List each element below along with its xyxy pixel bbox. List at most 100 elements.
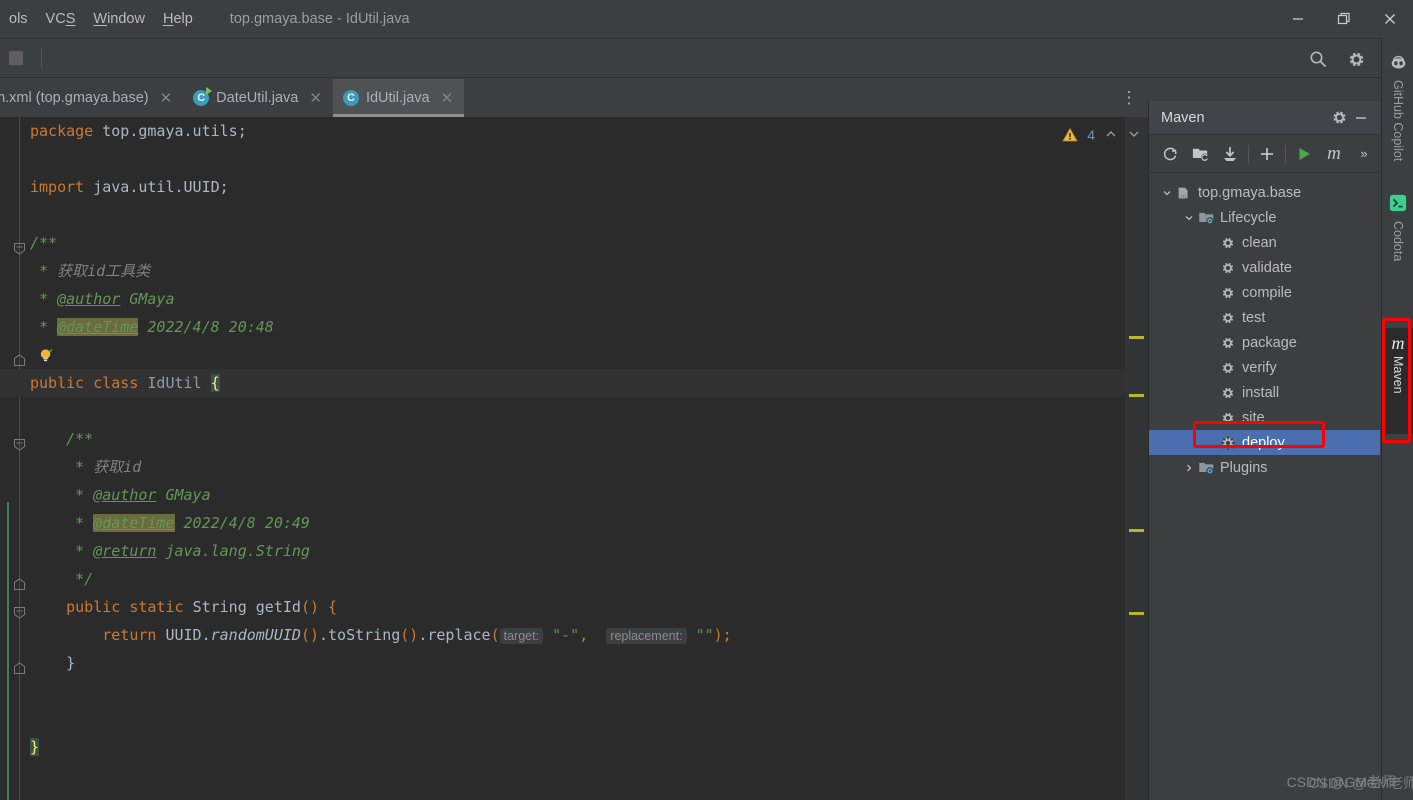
menu-vcs[interactable]: VCS (37, 0, 85, 38)
add-maven-project-icon[interactable] (1252, 139, 1282, 169)
fold-marker-icon[interactable] (13, 600, 26, 619)
generate-sources-icon[interactable] (1185, 139, 1215, 169)
stop-icon[interactable] (9, 51, 23, 65)
close-button[interactable] (1367, 0, 1413, 38)
next-problem-icon[interactable] (1127, 127, 1141, 144)
code-token: GMaya (156, 486, 211, 504)
hide-panel-icon[interactable] (1350, 107, 1372, 129)
reload-projects-icon[interactable] (1155, 139, 1185, 169)
maven-tree-node-label: Plugins (1220, 459, 1268, 476)
code-line: */ (0, 565, 1148, 593)
maven-tree-node-deploy[interactable]: deploy (1149, 430, 1380, 455)
error-stripe-marker-bar[interactable] (1125, 117, 1148, 800)
code-token: () (300, 626, 319, 644)
code-line: import java.util.UUID; (0, 173, 1148, 201)
execute-goal-icon[interactable]: m (1319, 139, 1349, 169)
tree-expander-icon[interactable] (1181, 213, 1197, 223)
warning-stripe-marker[interactable] (1129, 394, 1144, 397)
code-token: public (30, 374, 94, 392)
settings-icon[interactable] (1345, 48, 1367, 70)
maven-tree-node-plugins[interactable]: Plugins (1149, 455, 1380, 480)
more-actions-icon[interactable]: » (1349, 139, 1379, 169)
code-line: * 获取id工具类 (0, 257, 1148, 285)
rail-label-codota: Codota (1391, 221, 1405, 262)
window-title: top.gmaya.base - IdUtil.java (229, 11, 410, 27)
tab-overflow-menu-icon[interactable]: ⋮ (1118, 79, 1140, 117)
tree-expander-icon[interactable] (1159, 188, 1175, 198)
run-maven-build-icon[interactable] (1289, 139, 1319, 169)
maven-tree-node-top-gmaya-base[interactable]: m top.gmaya.base (1149, 180, 1380, 205)
tab-dateutil-java[interactable]: C DateUtil.java ✕ (183, 79, 333, 117)
code-line: /** (0, 425, 1148, 453)
code-token: "-" (552, 626, 580, 644)
maven-settings-icon[interactable] (1328, 107, 1350, 129)
maven-tree-node-clean[interactable]: clean (1149, 230, 1380, 255)
tab-close-icon[interactable]: ✕ (441, 89, 454, 107)
minimize-button[interactable] (1275, 0, 1321, 38)
code-line: public static String getId() { (0, 593, 1148, 621)
fold-marker-icon[interactable] (13, 236, 26, 255)
maven-tree-node-test[interactable]: test (1149, 305, 1380, 330)
maven-project-tree[interactable]: m top.gmaya.base Lifecycle clean validate com… (1149, 173, 1380, 480)
maven-tree-node-site[interactable]: site (1149, 405, 1380, 430)
java-class-icon: C (342, 90, 359, 106)
fold-marker-icon[interactable] (13, 656, 26, 674)
code-token: () { (300, 598, 338, 616)
tab-close-icon[interactable]: ✕ (160, 89, 173, 107)
maven-tree-node-validate[interactable]: validate (1149, 255, 1380, 280)
maven-project-icon: m (1175, 185, 1193, 201)
maven-tree-node-lifecycle[interactable]: Lifecycle (1149, 205, 1380, 230)
maven-tree-node-label: clean (1242, 234, 1277, 251)
search-everywhere-icon[interactable] (1307, 48, 1329, 70)
tab-idutil-java-label: IdUtil.java (365, 90, 430, 106)
menu-window[interactable]: Window (84, 0, 154, 38)
rail-item-github-copilot[interactable]: GitHub Copilot (1382, 48, 1413, 180)
inspection-status-widget[interactable]: 4 (1062, 120, 1141, 150)
warning-stripe-marker[interactable] (1129, 612, 1144, 615)
navigation-toolbar (0, 38, 1413, 78)
warning-count: 4 (1087, 127, 1095, 143)
maven-toolbar-separator (1285, 144, 1286, 163)
code-token: /** (30, 234, 58, 252)
rail-item-maven[interactable]: m Maven (1382, 328, 1413, 434)
maven-title: Maven (1161, 109, 1205, 126)
goal-icon (1219, 360, 1237, 375)
download-sources-icon[interactable] (1215, 139, 1245, 169)
code-token: .replace (418, 626, 491, 644)
rail-item-codota[interactable]: Codota (1382, 188, 1413, 298)
fold-marker-icon[interactable] (13, 572, 26, 590)
maven-tree-node-label: site (1242, 409, 1265, 426)
maven-tree-node-package[interactable]: package (1149, 330, 1380, 355)
lifecycle-folder-icon (1197, 209, 1215, 226)
code-token: .toString (319, 626, 401, 644)
warning-stripe-marker[interactable] (1129, 336, 1144, 339)
tab-pom-xml[interactable]: x om.xml (top.gmaya.base) ✕ (0, 79, 183, 117)
warning-icon (1062, 127, 1078, 142)
tab-idutil-java[interactable]: C IdUtil.java ✕ (332, 79, 465, 117)
code-token: * (30, 486, 94, 504)
fold-marker-icon[interactable] (13, 432, 26, 451)
code-token: * (30, 542, 94, 560)
menu-tools[interactable]: ols (0, 0, 37, 38)
editor-tab-bar: x om.xml (top.gmaya.base) ✕ C DateUtil.j… (0, 79, 1148, 117)
code-line: return UUID.randomUUID().toString().repl… (0, 621, 1148, 649)
goal-icon (1219, 260, 1237, 275)
code-token: @return (93, 542, 157, 560)
previous-problem-icon[interactable] (1104, 127, 1118, 144)
tab-close-icon[interactable]: ✕ (309, 89, 322, 107)
fold-marker-icon[interactable] (13, 348, 26, 366)
maven-tree-node-verify[interactable]: verify (1149, 355, 1380, 380)
tree-expander-icon[interactable] (1181, 463, 1197, 473)
tab-pom-xml-label: om.xml (top.gmaya.base) (0, 90, 149, 106)
maven-tree-node-compile[interactable]: compile (1149, 280, 1380, 305)
code-editor[interactable]: package top.gmaya.utils; import java.util… (0, 117, 1148, 800)
code-token: IdUtil (147, 374, 211, 392)
warning-stripe-marker[interactable] (1129, 529, 1144, 532)
maven-tree-node-install[interactable]: install (1149, 380, 1380, 405)
restore-button[interactable] (1321, 0, 1367, 38)
code-line: } (0, 649, 1148, 677)
code-token: } (30, 738, 40, 756)
menu-help[interactable]: Help (154, 0, 202, 38)
